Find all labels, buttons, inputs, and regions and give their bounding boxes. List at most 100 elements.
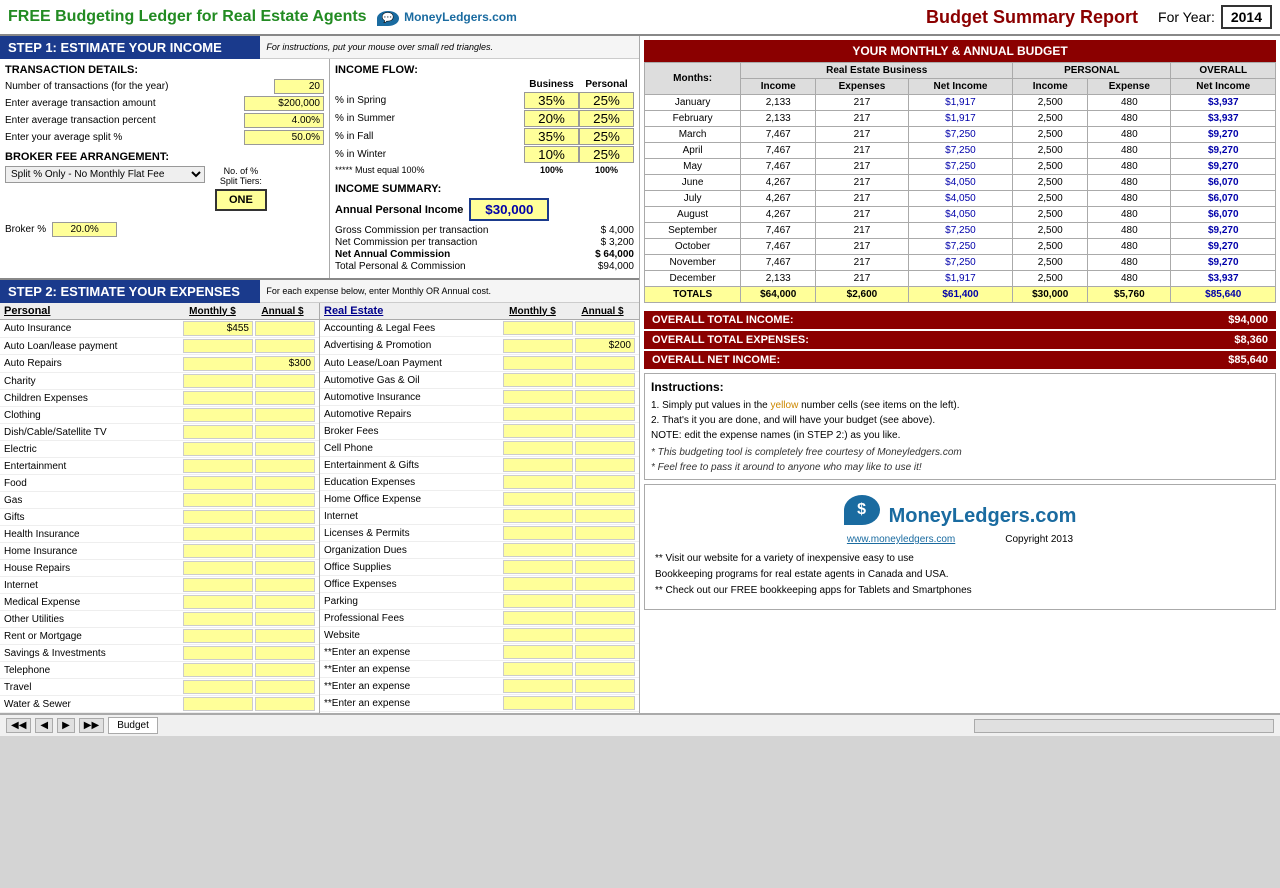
winter-personal-input[interactable] xyxy=(579,146,634,163)
office-supplies-monthly[interactable] xyxy=(503,560,573,574)
licenses-annual[interactable] xyxy=(575,526,635,540)
entertainment-gifts-annual[interactable] xyxy=(575,458,635,472)
spring-personal-input[interactable] xyxy=(579,92,634,109)
auto-loan-monthly[interactable] xyxy=(183,339,253,353)
cell-phone-annual[interactable] xyxy=(575,441,635,455)
education-annual[interactable] xyxy=(575,475,635,489)
home-office-annual[interactable] xyxy=(575,492,635,506)
next-sheet-button[interactable]: ▶▶ xyxy=(79,718,104,733)
custom1-monthly[interactable] xyxy=(503,645,573,659)
custom4-annual[interactable] xyxy=(575,696,635,710)
rent-monthly[interactable] xyxy=(183,629,253,643)
auto-lease-annual[interactable] xyxy=(575,356,635,370)
clothing-annual[interactable] xyxy=(255,408,315,422)
house-repairs-annual[interactable] xyxy=(255,561,315,575)
electric-annual[interactable] xyxy=(255,442,315,456)
dish-monthly[interactable] xyxy=(183,425,253,439)
internet-re-monthly[interactable] xyxy=(503,509,573,523)
telephone-annual[interactable] xyxy=(255,663,315,677)
advertising-monthly[interactable] xyxy=(503,339,573,353)
auto-repairs-annual[interactable] xyxy=(255,356,315,371)
clothing-monthly[interactable] xyxy=(183,408,253,422)
home-office-monthly[interactable] xyxy=(503,492,573,506)
office-expenses-annual[interactable] xyxy=(575,577,635,591)
summer-business-input[interactable] xyxy=(524,110,579,127)
auto-repairs-re-annual[interactable] xyxy=(575,407,635,421)
parking-monthly[interactable] xyxy=(503,594,573,608)
avg-split-input[interactable] xyxy=(244,130,324,145)
auto-insurance-annual[interactable] xyxy=(255,321,315,336)
logo-website-link[interactable]: www.moneyledgers.com xyxy=(847,534,955,545)
telephone-monthly[interactable] xyxy=(183,663,253,677)
gifts-monthly[interactable] xyxy=(183,510,253,524)
auto-repairs-monthly[interactable] xyxy=(183,357,253,371)
auto-repairs-re-monthly[interactable] xyxy=(503,407,573,421)
prev-sheet-button[interactable]: ◀◀ xyxy=(6,718,31,733)
other-utilities-annual[interactable] xyxy=(255,612,315,626)
office-expenses-monthly[interactable] xyxy=(503,577,573,591)
food-annual[interactable] xyxy=(255,476,315,490)
food-monthly[interactable] xyxy=(183,476,253,490)
auto-lease-monthly[interactable] xyxy=(503,356,573,370)
professional-fees-annual[interactable] xyxy=(575,611,635,625)
auto-insurance-re-monthly[interactable] xyxy=(503,390,573,404)
parking-annual[interactable] xyxy=(575,594,635,608)
other-utilities-monthly[interactable] xyxy=(183,612,253,626)
auto-loan-annual[interactable] xyxy=(255,339,315,353)
next-tab-button[interactable]: ▶ xyxy=(57,718,75,733)
website-annual[interactable] xyxy=(575,628,635,642)
office-supplies-annual[interactable] xyxy=(575,560,635,574)
avg-transaction-input[interactable] xyxy=(244,96,324,111)
scrollbar-area[interactable] xyxy=(974,719,1274,733)
house-repairs-monthly[interactable] xyxy=(183,561,253,575)
internet-re-annual[interactable] xyxy=(575,509,635,523)
accounting-annual[interactable] xyxy=(575,321,635,335)
water-monthly[interactable] xyxy=(183,697,253,711)
electric-monthly[interactable] xyxy=(183,442,253,456)
auto-gas-monthly[interactable] xyxy=(503,373,573,387)
gas-annual[interactable] xyxy=(255,493,315,507)
entertainment-monthly[interactable] xyxy=(183,459,253,473)
cell-phone-monthly[interactable] xyxy=(503,441,573,455)
website-monthly[interactable] xyxy=(503,628,573,642)
auto-insurance-monthly[interactable] xyxy=(183,321,253,336)
accounting-monthly[interactable] xyxy=(503,321,573,335)
health-insurance-monthly[interactable] xyxy=(183,527,253,541)
custom4-monthly[interactable] xyxy=(503,696,573,710)
children-monthly[interactable] xyxy=(183,391,253,405)
entertainment-annual[interactable] xyxy=(255,459,315,473)
internet-monthly[interactable] xyxy=(183,578,253,592)
charity-annual[interactable] xyxy=(255,374,315,388)
prev-tab-button[interactable]: ◀ xyxy=(35,718,53,733)
savings-annual[interactable] xyxy=(255,646,315,660)
broker-pct-input[interactable] xyxy=(52,222,117,237)
org-dues-monthly[interactable] xyxy=(503,543,573,557)
entertainment-gifts-monthly[interactable] xyxy=(503,458,573,472)
winter-business-input[interactable] xyxy=(524,146,579,163)
home-insurance-annual[interactable] xyxy=(255,544,315,558)
internet-annual[interactable] xyxy=(255,578,315,592)
custom2-annual[interactable] xyxy=(575,662,635,676)
rent-annual[interactable] xyxy=(255,629,315,643)
custom3-annual[interactable] xyxy=(575,679,635,693)
gifts-annual[interactable] xyxy=(255,510,315,524)
avg-pct-input[interactable] xyxy=(244,113,324,128)
gas-monthly[interactable] xyxy=(183,493,253,507)
fall-business-input[interactable] xyxy=(524,128,579,145)
travel-monthly[interactable] xyxy=(183,680,253,694)
home-insurance-monthly[interactable] xyxy=(183,544,253,558)
dish-annual[interactable] xyxy=(255,425,315,439)
water-annual[interactable] xyxy=(255,697,315,711)
medical-monthly[interactable] xyxy=(183,595,253,609)
medical-annual[interactable] xyxy=(255,595,315,609)
custom1-annual[interactable] xyxy=(575,645,635,659)
professional-fees-monthly[interactable] xyxy=(503,611,573,625)
custom2-monthly[interactable] xyxy=(503,662,573,676)
fall-personal-input[interactable] xyxy=(579,128,634,145)
spring-business-input[interactable] xyxy=(524,92,579,109)
broker-fees-monthly[interactable] xyxy=(503,424,573,438)
broker-select[interactable]: Split % Only - No Monthly Flat Fee xyxy=(5,166,205,183)
transactions-input[interactable] xyxy=(274,79,324,94)
annual-income-input[interactable] xyxy=(469,198,549,221)
auto-gas-annual[interactable] xyxy=(575,373,635,387)
